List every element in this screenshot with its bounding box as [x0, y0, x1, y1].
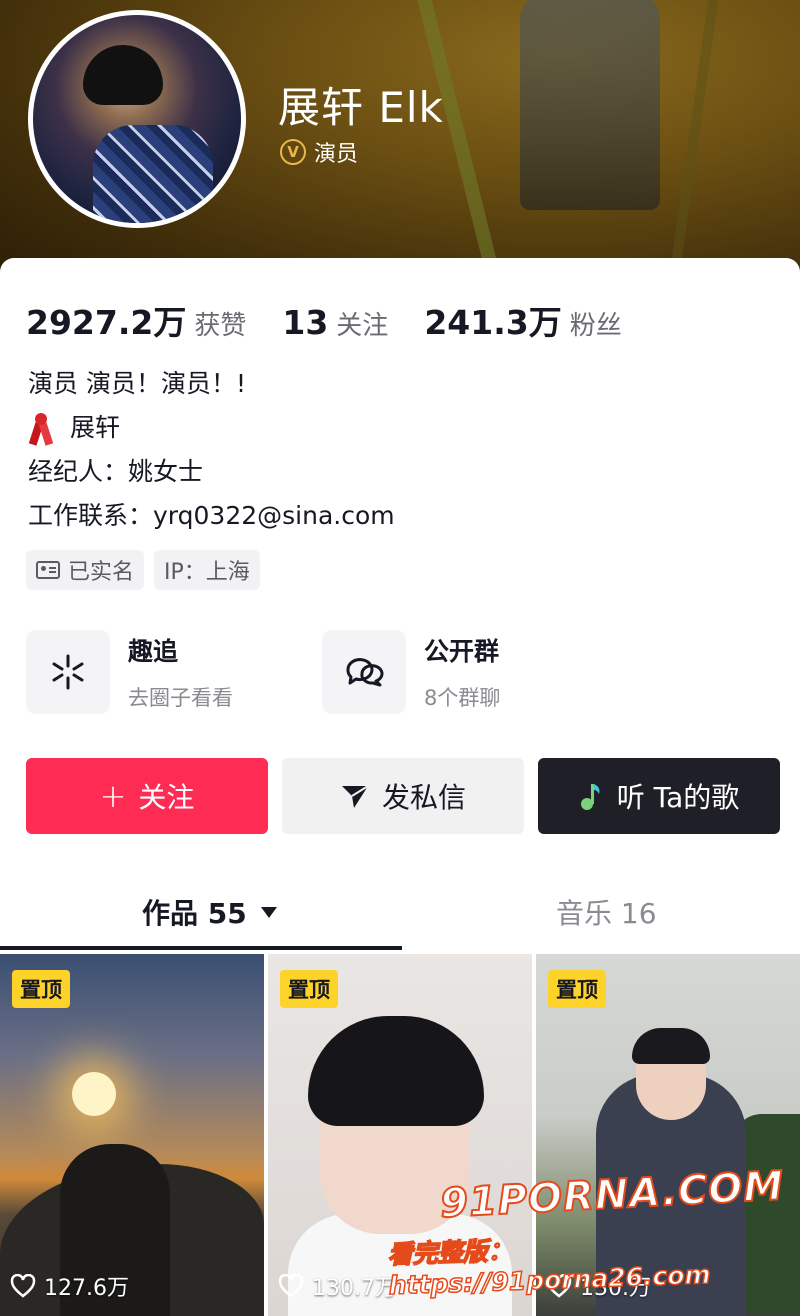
stat-followers[interactable]: 241.3万 粉丝 — [424, 296, 621, 344]
profile-name: 展轩 Elk — [278, 83, 444, 132]
stat-value: 241.3万 — [424, 303, 562, 342]
pinned-badge: 置顶 — [548, 970, 606, 1008]
bio-line: 工作联系：yrq0322@sina.com — [28, 501, 395, 530]
sparkle-icon — [26, 630, 110, 714]
stat-value: 13 — [282, 303, 329, 342]
stat-following[interactable]: 13 关注 — [282, 303, 388, 342]
bio-line: 展轩 — [28, 406, 395, 450]
tag-ip-location: IP：上海 — [154, 550, 260, 590]
tag-label: 已实名 — [68, 560, 135, 585]
chat-bubbles-icon — [322, 630, 406, 714]
feature-title: 公开群 — [424, 637, 500, 666]
plus-icon: + — [99, 777, 127, 815]
verified-badge: V 演员 — [280, 136, 358, 168]
profile-tags: 已实名 IP：上海 — [26, 550, 260, 590]
likes-count: 127.6万 — [44, 1276, 129, 1301]
follow-label: 关注 — [138, 781, 195, 814]
verified-label: 演员 — [314, 142, 359, 167]
message-label: 发私信 — [381, 781, 466, 814]
tab-works[interactable]: 作品 55 — [142, 892, 277, 932]
heart-icon — [10, 1274, 36, 1298]
stat-label: 粉丝 — [569, 311, 622, 341]
video-likes: 127.6万 — [10, 1270, 129, 1302]
feature-public-group[interactable]: 公开群 8个群聊 — [322, 630, 618, 714]
video-likes: 130.7万 — [278, 1270, 397, 1302]
feature-quzhui[interactable]: 趣追 去圈子看看 — [26, 630, 322, 714]
send-icon — [341, 785, 369, 808]
bio-line: 演员 演员！演员！! — [28, 369, 246, 398]
stat-label: 关注 — [336, 311, 389, 341]
ribbon-icon — [28, 411, 54, 446]
tab-music[interactable]: 音乐 16 — [556, 892, 657, 932]
likes-count: 130.7万 — [312, 1276, 397, 1301]
pinned-badge: 置顶 — [12, 970, 70, 1008]
background-figure — [520, 0, 660, 210]
active-tab-indicator — [0, 946, 402, 950]
tag-label: IP：上海 — [164, 560, 250, 585]
feature-entries: 趣追 去圈子看看 公开群 8个群聊 — [26, 630, 618, 714]
background-decoration — [669, 0, 721, 280]
background-decoration — [413, 0, 501, 278]
listen-music-button[interactable]: 听 Ta的歌 — [538, 758, 780, 834]
avatar[interactable] — [28, 10, 246, 228]
stat-value: 2927.2万 — [26, 303, 187, 342]
caret-down-icon — [260, 906, 277, 918]
heart-icon — [278, 1274, 304, 1298]
feature-subtitle: 8个群聊 — [424, 686, 501, 710]
feature-subtitle: 去圈子看看 — [128, 686, 233, 710]
verified-icon: V — [280, 139, 306, 165]
stat-likes[interactable]: 2927.2万 获赞 — [26, 296, 246, 344]
tag-verified-realname: 已实名 — [26, 550, 145, 590]
feature-title: 趣追 — [128, 637, 179, 666]
follow-button[interactable]: + 关注 — [26, 758, 268, 834]
music-note-icon — [580, 784, 600, 810]
video-thumbnail[interactable]: 置顶 127.6万 — [0, 954, 264, 1316]
profile-header: 展轩 Elk V 演员 — [0, 0, 800, 290]
pinned-badge: 置顶 — [280, 970, 338, 1008]
bio-line: 经纪人：姚女士 — [28, 457, 204, 486]
profile-stats: 2927.2万 获赞 13 关注 241.3万 粉丝 — [26, 296, 658, 344]
tab-works-label: 作品 55 — [142, 897, 247, 930]
message-button[interactable]: 发私信 — [282, 758, 524, 834]
bio-line-text: 展轩 — [70, 413, 121, 442]
action-buttons: + 关注 发私信 听 Ta的歌 — [26, 758, 780, 834]
listen-music-label: 听 Ta的歌 — [616, 781, 740, 814]
profile-bio: 演员 演员！演员！! 展轩 经纪人：姚女士 工作联系：yrq0322@sina.… — [28, 362, 395, 538]
id-card-icon — [36, 561, 60, 579]
content-tabs: 作品 55 音乐 16 — [0, 878, 800, 950]
stat-label: 获赞 — [194, 311, 247, 341]
